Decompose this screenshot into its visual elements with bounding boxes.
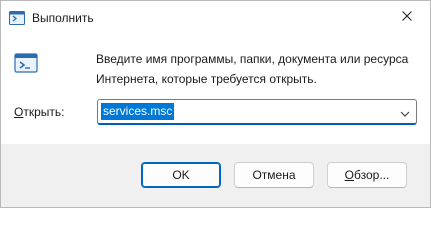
open-label: Открыть: <box>14 105 64 119</box>
run-icon <box>9 11 25 25</box>
close-button[interactable] <box>384 1 430 33</box>
button-bar: OK Отмена Обзор... <box>1 144 430 207</box>
description-line: Введите имя программы, папки, документа … <box>96 52 409 66</box>
close-icon <box>402 10 412 24</box>
open-label-mnemonic: О <box>14 105 24 119</box>
browse-mnemonic: О <box>344 168 354 182</box>
run-dialog: Выполнить Введите имя программы, папки, … <box>0 0 431 208</box>
cancel-button[interactable]: Отмена <box>234 162 314 188</box>
dialog-body: Введите имя программы, папки, документа … <box>1 35 430 144</box>
open-label-text: ткрыть: <box>23 105 65 119</box>
ok-button[interactable]: OK <box>141 162 221 188</box>
open-combobox[interactable]: services.msc <box>97 99 417 125</box>
run-icon <box>14 51 38 75</box>
title-bar[interactable]: Выполнить <box>1 1 430 35</box>
browse-button-label: бзор... <box>354 168 390 182</box>
open-input-value[interactable]: services.msc <box>101 103 175 120</box>
chevron-down-icon[interactable] <box>400 107 410 117</box>
description-line: Интернета, которые требуется открыть. <box>96 72 317 86</box>
ok-button-label: OK <box>172 168 190 182</box>
description-text: Введите имя программы, папки, документа … <box>96 49 416 89</box>
window-title: Выполнить <box>32 11 94 25</box>
cancel-button-label: Отмена <box>252 168 296 182</box>
browse-button[interactable]: Обзор... <box>327 162 407 188</box>
